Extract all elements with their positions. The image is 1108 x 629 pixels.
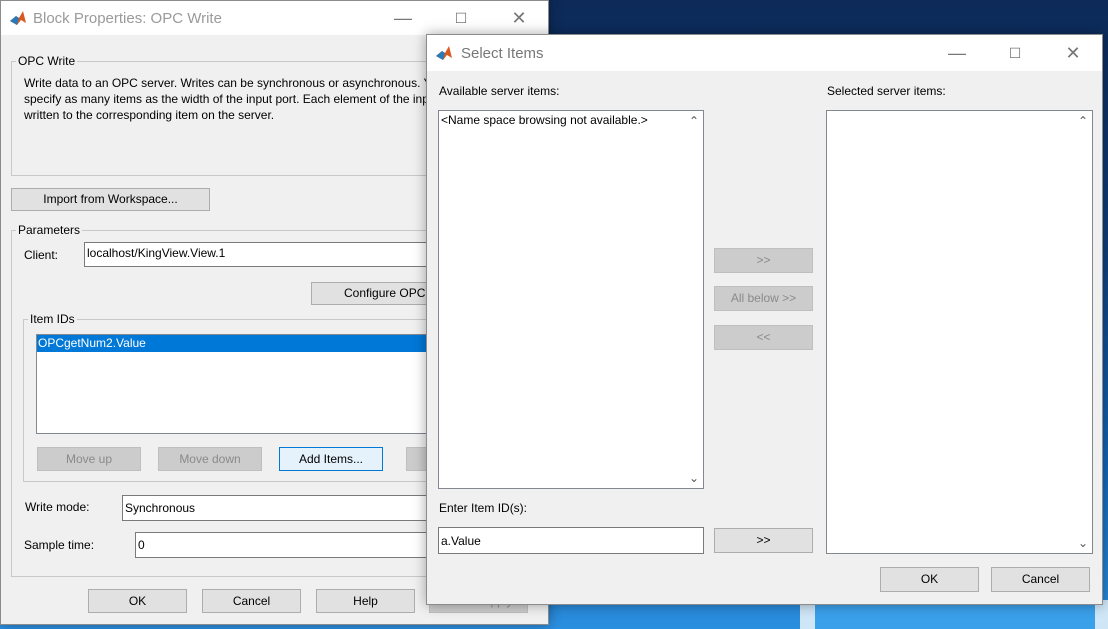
add-item-id-button[interactable]: >>: [714, 528, 813, 553]
sample-time-label: Sample time:: [24, 538, 95, 552]
list-item[interactable]: <Name space browsing not available.>: [441, 113, 648, 127]
minimize-icon[interactable]: —: [942, 41, 972, 65]
sample-time-field[interactable]: 0: [135, 532, 435, 558]
cancel-button[interactable]: Cancel: [202, 589, 301, 613]
title-bar[interactable]: Select Items — ☐ ✕: [427, 35, 1102, 71]
title-bar[interactable]: Block Properties: OPC Write — ☐ ✕: [1, 1, 548, 35]
scroll-up-icon[interactable]: ⌃: [1077, 115, 1089, 127]
close-icon[interactable]: ✕: [1058, 41, 1088, 65]
write-mode-select[interactable]: Synchronous: [122, 495, 432, 521]
scroll-down-icon[interactable]: ⌄: [688, 472, 700, 484]
desktop-highlight: [815, 602, 1095, 629]
scroll-up-icon[interactable]: ⌃: [688, 115, 700, 127]
list-item[interactable]: OPCgetNum2.Value: [37, 335, 435, 352]
write-mode-label: Write mode:: [25, 500, 90, 514]
maximize-icon[interactable]: ☐: [446, 6, 476, 30]
selected-items-list[interactable]: ⌃ ⌄: [826, 110, 1093, 554]
minimize-icon[interactable]: —: [388, 6, 418, 30]
dialog-ok-button[interactable]: OK: [880, 567, 979, 592]
select-items-dialog: Select Items — ☐ ✕ Available server item…: [426, 34, 1103, 605]
import-from-workspace-button[interactable]: Import from Workspace...: [11, 188, 210, 211]
matlab-icon: [436, 46, 452, 60]
dialog-title: Select Items: [461, 45, 544, 62]
dialog-cancel-button[interactable]: Cancel: [991, 567, 1090, 592]
group-title: OPC Write: [16, 54, 78, 68]
window-title: Block Properties: OPC Write: [33, 10, 222, 27]
item-id-input[interactable]: a.Value: [438, 527, 704, 554]
scroll-down-icon[interactable]: ⌄: [1077, 537, 1089, 549]
maximize-icon[interactable]: ☐: [1000, 41, 1030, 65]
help-button[interactable]: Help: [316, 589, 415, 613]
enter-item-id-label: Enter Item ID(s):: [439, 501, 528, 515]
matlab-icon: [10, 11, 26, 25]
parameters-label: Parameters: [16, 223, 83, 237]
scrollbar[interactable]: ⌃ ⌄: [1074, 111, 1092, 553]
client-field[interactable]: localhost/KingView.View.1: [84, 242, 434, 267]
available-items-label: Available server items:: [439, 84, 560, 98]
selected-items-label: Selected server items:: [827, 84, 946, 98]
ok-button[interactable]: OK: [88, 589, 187, 613]
add-all-below-button[interactable]: All below >>: [714, 286, 813, 311]
move-down-button[interactable]: Move down: [158, 447, 262, 471]
remove-button[interactable]: <<: [714, 325, 813, 350]
add-items-button[interactable]: Add Items...: [279, 447, 383, 471]
item-ids-list[interactable]: OPCgetNum2.Value: [36, 334, 436, 434]
close-icon[interactable]: ✕: [504, 6, 534, 30]
available-items-list[interactable]: <Name space browsing not available.> ⌃ ⌄: [438, 110, 704, 489]
client-label: Client:: [24, 248, 59, 262]
move-up-button[interactable]: Move up: [37, 447, 141, 471]
scrollbar[interactable]: ⌃ ⌄: [685, 111, 703, 488]
item-ids-label: Item IDs: [28, 312, 77, 326]
add-selected-button[interactable]: >>: [714, 248, 813, 273]
